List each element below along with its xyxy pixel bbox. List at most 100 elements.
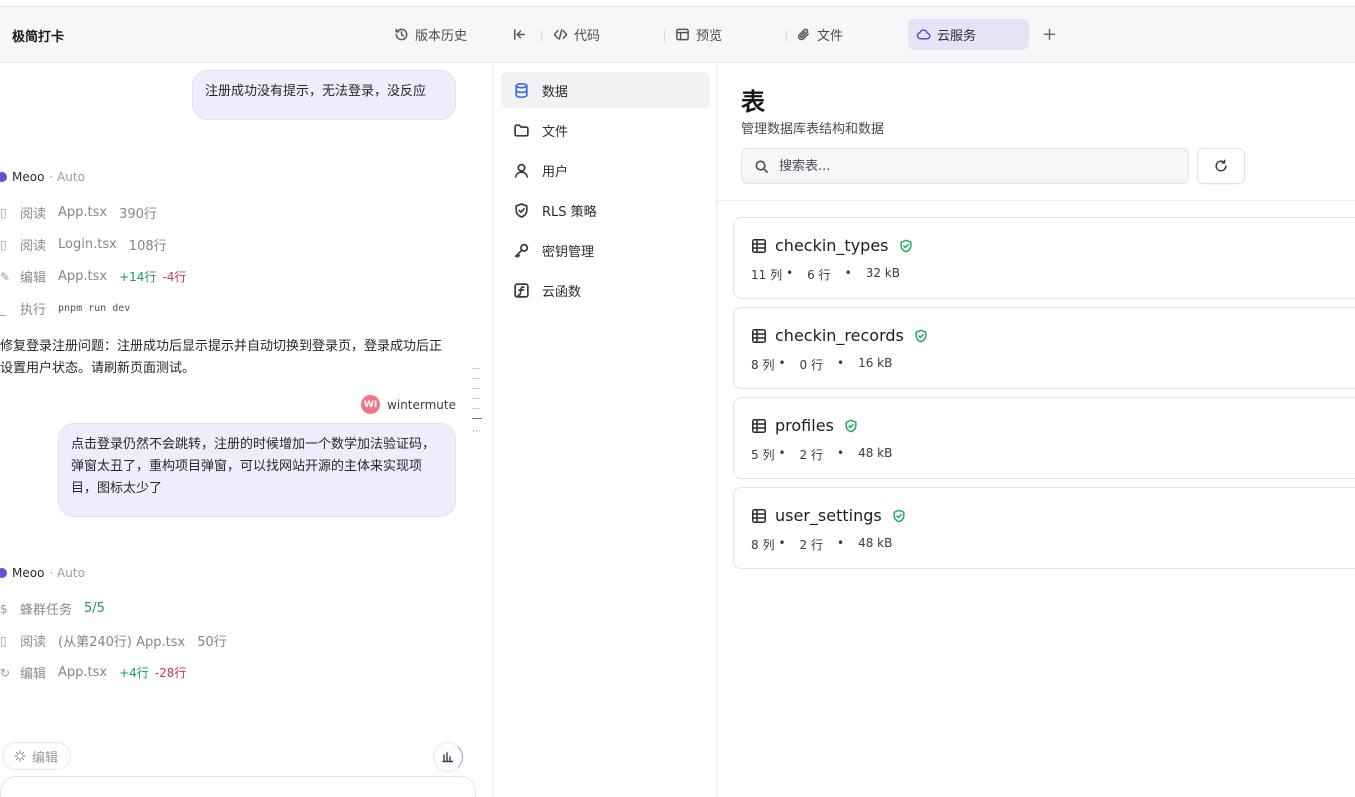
window-top-strip xyxy=(0,0,1355,7)
bar-chart-icon xyxy=(442,752,454,763)
assistant-header: Meoo · Auto xyxy=(0,170,85,184)
table-card[interactable]: checkin_types 11 列 • 6 行 • 32 kB xyxy=(733,217,1355,299)
tool-file: App.tsx xyxy=(58,205,108,220)
table-card-header: checkin_records xyxy=(751,326,928,345)
collapse-panel-button[interactable] xyxy=(504,19,535,50)
user-header: WI wintermute xyxy=(361,395,456,414)
minimap-tick xyxy=(472,368,480,369)
minimap-tick-active xyxy=(472,418,482,419)
paperclip-icon xyxy=(797,28,809,41)
edit-chip-label: 编辑 xyxy=(32,750,59,766)
table-rows: 6 行 xyxy=(807,268,831,282)
nav-item-users[interactable]: 用户 xyxy=(501,152,710,188)
tab-files-label: 文件 xyxy=(817,29,844,44)
nav-label: RLS 策略 xyxy=(542,204,597,220)
collapse-left-icon xyxy=(514,29,525,40)
tool-action: 阅读 xyxy=(20,239,47,254)
table-card[interactable]: checkin_records 8 列 • 0 行 • 16 kB xyxy=(733,307,1355,389)
nav-item-secrets[interactable]: 密钥管理 xyxy=(501,232,710,268)
meoo-logo-icon xyxy=(0,172,7,182)
tab-code[interactable]: 代码 xyxy=(545,19,608,50)
add-tab-button[interactable]: + xyxy=(1034,19,1065,50)
nav-item-files[interactable]: 文件 xyxy=(501,112,710,148)
code-icon xyxy=(553,29,568,40)
user-message-text: 注册成功没有提示，无法登录，没反应 xyxy=(205,84,427,99)
tool-count: 5/5 xyxy=(84,601,105,616)
function-icon xyxy=(514,282,529,298)
cloud-service-nav: 数据 文件 用户 RLS 策略 密钥管理 云函数 xyxy=(492,64,717,797)
tool-file: Login.tsx xyxy=(58,237,117,252)
assistant-mode: · Auto xyxy=(49,566,85,580)
meoo-logo-icon xyxy=(0,568,7,578)
tool-step-swarm[interactable]: $ 蜂群任务 5/5 xyxy=(0,599,105,618)
stats-button[interactable] xyxy=(433,742,463,772)
search-icon xyxy=(755,160,768,173)
page-subtitle: 管理数据库表结构和数据 xyxy=(741,122,885,137)
tool-step-exec[interactable]: _ 执行 pnpm run dev xyxy=(0,299,130,319)
table-columns: 8 列 xyxy=(751,538,775,552)
tool-step-read[interactable]: ▯ 阅读 (从第240行) App.tsx 50行 xyxy=(0,631,227,651)
tool-file: (从第240行) App.tsx xyxy=(58,635,186,650)
table-name: user_settings xyxy=(775,506,882,525)
chat-panel: 注册成功没有提示，无法登录，没反应 Meoo · Auto ▯ 阅读 App.t… xyxy=(0,64,492,797)
pencil-icon: ✎ xyxy=(0,269,10,284)
minimap-more-icon: ··· xyxy=(472,427,481,437)
layout-icon xyxy=(676,28,689,41)
chat-composer[interactable] xyxy=(0,776,476,797)
edit-mode-chip[interactable]: 编辑 xyxy=(2,742,72,770)
tab-files[interactable]: 文件 xyxy=(788,19,851,50)
tool-action: 阅读 xyxy=(20,635,47,650)
minimap-tick xyxy=(472,398,480,399)
table-columns: 11 列 xyxy=(751,268,783,282)
search-input[interactable] xyxy=(779,158,1159,174)
tool-step-read[interactable]: ▯ 阅读 Login.tsx 108行 xyxy=(0,235,167,254)
table-meta: 8 列 • 2 行 • 48 kB xyxy=(751,536,893,552)
page-title: 表 xyxy=(741,88,765,116)
nav-label: 云函数 xyxy=(542,284,582,300)
table-rows: 0 行 xyxy=(799,358,823,372)
table-icon xyxy=(752,418,766,433)
nav-label: 数据 xyxy=(542,84,569,100)
refresh-button[interactable] xyxy=(1197,148,1245,184)
swarm-icon: $ xyxy=(0,601,8,616)
tool-step-edit[interactable]: ✎ 编辑 App.tsx +14行 -4行 xyxy=(0,267,186,286)
nav-item-rls[interactable]: RLS 策略 xyxy=(501,192,710,228)
app-title: 极简打卡 xyxy=(12,30,65,45)
version-history-button[interactable]: 版本历史 xyxy=(386,19,475,50)
table-card[interactable]: user_settings 8 列 • 2 行 • 48 kB xyxy=(733,487,1355,569)
table-name: checkin_types xyxy=(775,236,889,255)
rls-enabled-icon xyxy=(845,419,857,432)
nav-item-data[interactable]: 数据 xyxy=(501,72,710,108)
plus-icon: + xyxy=(1042,24,1058,45)
minimap-tick xyxy=(472,388,480,389)
table-meta: 8 列 • 0 行 • 16 kB xyxy=(751,356,893,372)
table-search[interactable] xyxy=(741,148,1189,184)
table-card[interactable]: profiles 5 列 • 2 行 • 48 kB xyxy=(733,397,1355,479)
table-icon xyxy=(752,328,766,343)
terminal-icon: _ xyxy=(0,301,6,316)
tool-file: App.tsx xyxy=(58,665,108,680)
tab-preview[interactable]: 预览 xyxy=(667,19,730,50)
user-message: 注册成功没有提示，无法登录，没反应 xyxy=(192,70,456,120)
book-icon: ▯ xyxy=(0,205,7,220)
assistant-name: Meoo xyxy=(12,566,45,580)
table-rows: 2 行 xyxy=(799,538,823,552)
user-message-text: 点击登录仍然不会跳转，注册的时候增加一个数学加法验证码，弹窗太丑了，重构项目弹窗… xyxy=(71,437,436,496)
table-columns: 8 列 xyxy=(751,358,775,372)
conversation-minimap[interactable]: ··· xyxy=(472,368,482,437)
tool-step-edit[interactable]: ↻ 编辑 App.tsx +4行 -28行 xyxy=(0,663,186,682)
header-divider xyxy=(664,30,665,42)
tool-step-read[interactable]: ▯ 阅读 App.tsx 390行 xyxy=(0,203,157,222)
tab-cloud-service[interactable]: 云服务 xyxy=(908,19,1029,50)
user-avatar: WI xyxy=(361,395,381,414)
history-icon xyxy=(395,28,408,41)
tool-lines: 50行 xyxy=(197,635,227,650)
tool-file: App.tsx xyxy=(58,269,108,284)
table-card-header: checkin_types xyxy=(751,236,913,255)
loading-icon: ↻ xyxy=(0,665,10,680)
refresh-icon xyxy=(1215,159,1227,172)
table-meta: 5 列 • 2 行 • 48 kB xyxy=(751,446,893,462)
section-divider xyxy=(717,200,1355,201)
version-history-label: 版本历史 xyxy=(415,29,468,44)
nav-item-cloud-functions[interactable]: 云函数 xyxy=(501,272,710,308)
